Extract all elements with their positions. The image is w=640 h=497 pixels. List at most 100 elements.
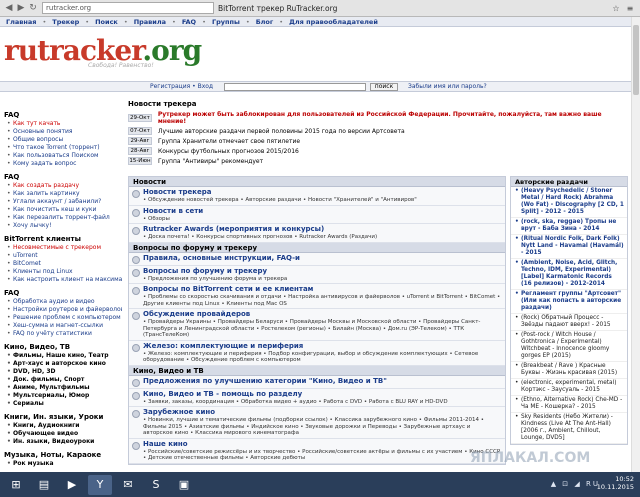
topnav-link[interactable]: Правила [134, 17, 166, 26]
sidebar-link[interactable]: Сериалы [4, 400, 122, 408]
sidebar-link[interactable]: Арт-хаус и авторское кино [4, 360, 122, 368]
sidebar-link[interactable]: Как создать раздачу [4, 182, 122, 190]
release-link[interactable]: (Ambient, Noise, Acid, Glitch, Techno, I… [511, 259, 627, 290]
sidebar-link[interactable]: Ин. языки, Видеоуроки [4, 438, 122, 446]
forum-link[interactable]: Наше кино [143, 440, 501, 449]
tray-icons[interactable]: ▲ ⊡ ◢ RU [551, 480, 600, 488]
sidebar-link[interactable]: Рок музыка [4, 460, 122, 468]
news-link[interactable]: Группа "Антивиры" рекомендует [158, 158, 263, 165]
topnav-link[interactable]: Группы [212, 17, 240, 26]
sidebar-link[interactable]: Обучающее видео [4, 430, 122, 438]
search-input[interactable] [224, 83, 366, 91]
search-button[interactable]: поиск [370, 83, 398, 91]
subforum-links[interactable]: • Провайдеры Украины • Провайдеры Белару… [143, 319, 501, 339]
sidebar-link[interactable]: Настройки роутеров и файерволов [4, 306, 122, 314]
sidebar-link[interactable]: Как пользоваться Поиском [4, 152, 122, 160]
sidebar-link[interactable]: Фильмы, Наше кино, Театр [4, 352, 122, 360]
release-link[interactable]: (rock, ska, reggae) Тропы не врут - Баба… [511, 218, 627, 235]
forum-link[interactable]: Кино, Видео и ТВ - помощь по разделу [143, 390, 501, 399]
media-icon[interactable]: ▶ [60, 475, 84, 495]
skype-icon[interactable]: S [144, 475, 168, 495]
subforum-links[interactable]: • Железо: комплектующие и периферия • По… [143, 351, 501, 364]
window-icon[interactable]: ▣ [172, 475, 196, 495]
subforum-links[interactable]: • Обсуждение новостей трекера • Авторски… [143, 197, 501, 204]
release-link[interactable]: Регламент группы "Артсовет" (Или как поп… [511, 290, 627, 314]
forward-icon[interactable]: ▶ [15, 2, 27, 14]
sidebar-link[interactable]: Несовместимые с трекером [4, 244, 122, 252]
sidebar-link[interactable]: Как залить картинку [4, 190, 122, 198]
sidebar-link[interactable]: FAQ по учёту статистики [4, 330, 122, 338]
forum-link[interactable]: Вопросы по BitTorrent сети и ее клиентам [143, 285, 501, 294]
release-link[interactable]: (Ethno, Alternative Rock) Che-MD - Ча МЕ… [511, 396, 627, 413]
explorer-icon[interactable]: ▤ [32, 475, 56, 495]
sidebar-link[interactable]: BitComet [4, 260, 122, 268]
sidebar-link[interactable]: Как почистить кеш и куки [4, 206, 122, 214]
yandex-browser-icon[interactable]: Y [88, 474, 112, 495]
sidebar-link[interactable]: Основные понятия [4, 128, 122, 136]
topnav-link[interactable]: Главная [6, 17, 36, 26]
release-link[interactable]: (electronic, experimental, metal) Кортэк… [511, 379, 627, 396]
release-link[interactable]: (Ritual Nordic Folk, Dark Folk) Nytt Lan… [511, 235, 627, 259]
forum-link[interactable]: Зарубежное кино [143, 408, 501, 417]
reload-icon[interactable]: ↻ [27, 2, 39, 14]
sidebar-link[interactable]: Книги, Аудиокниги [4, 422, 122, 430]
sidebar-link[interactable]: uTorrent [4, 252, 122, 260]
forum-category[interactable]: Вопросы по форуму и трекеру [129, 242, 505, 253]
sidebar-link[interactable]: DVD, HD, 3D [4, 368, 122, 376]
app-icon[interactable]: ✉ [116, 475, 140, 495]
release-link[interactable]: (Post-rock / Witch House / Gothtronica /… [511, 331, 627, 362]
sidebar-link[interactable]: Общие вопросы [4, 136, 122, 144]
forum-link[interactable]: Обсуждение провайдеров [143, 310, 501, 319]
sidebar-link[interactable]: Решение проблем с компьютером [4, 314, 122, 322]
news-link[interactable]: Группа Хранители отмечает свое пятилетие [158, 138, 300, 145]
subforum-links[interactable]: • Заявки, заказы, координация • Обработк… [143, 399, 501, 406]
sidebar-link[interactable]: Док. фильмы, Спорт [4, 376, 122, 384]
subforum-links[interactable]: • Новинки, лучшие и тематические фильмы … [143, 417, 501, 437]
forum-link[interactable]: Новости в сети [143, 207, 501, 216]
sidebar-link[interactable]: Кому задать вопрос [4, 160, 122, 168]
sidebar-link[interactable]: Что такое Torrent (торрент) [4, 144, 122, 152]
scrollbar-thumb[interactable] [633, 25, 639, 95]
topnav-link[interactable]: Трекер [52, 17, 79, 26]
release-link[interactable]: Sky Residents (Небо Жители) - Kindness (… [511, 413, 627, 444]
subforum-links[interactable]: • Российские/советские режиссёры и их тв… [143, 449, 501, 462]
forum-link[interactable]: Правила, основные инструкции, FAQ-и [143, 254, 501, 263]
release-link[interactable]: (Breakbeat / Rave ) Красные Буквы - Жизн… [511, 362, 627, 379]
menu-icon[interactable]: ≡ [623, 4, 637, 13]
topnav-link[interactable]: Поиск [95, 17, 118, 26]
sidebar-link[interactable]: Углали аккаунт / забанили? [4, 198, 122, 206]
sidebar-link[interactable]: Мультсериалы, Юмор [4, 392, 122, 400]
star-icon[interactable]: ☆ [609, 4, 623, 13]
sidebar-link[interactable]: Хочу лычку! [4, 222, 122, 230]
release-link[interactable]: (Rock) Обратный Процесс - Звёзды падают … [511, 314, 627, 331]
forum-link[interactable]: Новости трекера [143, 188, 501, 197]
topnav-link[interactable]: Для правообладателей [289, 17, 378, 26]
forum-category[interactable]: Кино, Видео и ТВ [129, 365, 505, 376]
sidebar-link[interactable]: Обработка аудио и видео [4, 298, 122, 306]
news-link[interactable]: Рутрекер может быть заблокирован для пол… [158, 111, 628, 125]
address-bar[interactable]: rutracker.org [42, 2, 214, 14]
forum-link[interactable]: Железо: комплектующие и периферия [143, 342, 501, 351]
sidebar-link[interactable]: Как тут качать [4, 120, 122, 128]
forum-link[interactable]: Rutracker Awards (мероприятия и конкурсы… [143, 225, 501, 234]
sidebar-link[interactable]: Как перезалить торрент-файл [4, 214, 122, 222]
back-icon[interactable]: ◀ [3, 2, 15, 14]
forum-link[interactable]: Вопросы по форуму и трекеру [143, 267, 501, 276]
subforum-links[interactable]: • Проблемы со скоростью скачивания и отд… [143, 294, 501, 307]
forum-category[interactable]: Новости [129, 177, 505, 187]
subforum-links[interactable]: • Обзоры [143, 216, 501, 223]
subforum-links[interactable]: • Предложения по улучшению форума и трек… [143, 276, 501, 283]
sidebar-link[interactable]: Аниме, Мультфильмы [4, 384, 122, 392]
forum-link[interactable]: Предложения по улучшению категории "Кино… [143, 377, 501, 386]
news-link[interactable]: Конкурсы футбольных прогнозов 2015/2016 [158, 148, 299, 155]
release-link[interactable]: (Heavy Psychedelic / Stoner Metal / Hard… [511, 187, 627, 218]
forgot-password-link[interactable]: Забыли имя или пароль? [408, 83, 487, 90]
clock[interactable]: 10:52 10.11.2015 [597, 475, 634, 491]
sidebar-link[interactable]: Клиенты под Linux [4, 268, 122, 276]
news-link[interactable]: Лучшие авторские раздачи первой половины… [158, 128, 405, 135]
sidebar-link[interactable]: Хеш-сумма и магнет-ссылки [4, 322, 122, 330]
scrollbar[interactable] [631, 17, 640, 472]
topnav-link[interactable]: FAQ [182, 17, 196, 26]
start-icon[interactable]: ⊞ [4, 475, 28, 495]
subforum-links[interactable]: • Доска почета! • Конкурсы спортивных пр… [143, 234, 501, 241]
